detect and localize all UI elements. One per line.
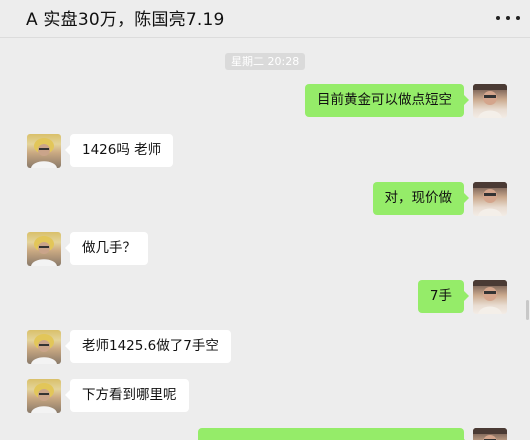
avatar-self[interactable]: [473, 280, 507, 314]
more-dots-icon[interactable]: [496, 8, 520, 28]
chat-header: A 实盘30万，陈国亮7.19: [0, 0, 530, 38]
avatar-self[interactable]: [473, 84, 507, 118]
message-bubble-outgoing[interactable]: [198, 428, 469, 440]
avatar-contact[interactable]: [27, 134, 61, 168]
avatar-self[interactable]: [473, 428, 507, 440]
avatar-contact[interactable]: [27, 379, 61, 413]
chat-title: A 实盘30万，陈国亮7.19: [26, 10, 225, 30]
message-timestamp: 星期二 20:28: [225, 53, 306, 70]
avatar-self[interactable]: [473, 182, 507, 216]
scrollbar-thumb[interactable]: [526, 300, 529, 320]
message-bubble-outgoing[interactable]: 7手: [417, 280, 470, 313]
message-bubble-incoming[interactable]: 下方看到哪里呢: [65, 379, 189, 412]
message-bubble-outgoing[interactable]: 对，现价做: [372, 182, 469, 215]
message-bubble-incoming[interactable]: 老师1425.6做了7手空: [65, 330, 231, 363]
avatar-contact[interactable]: [27, 330, 61, 364]
message-list[interactable]: 星期二 20:28 目前黄金可以做点短空 1426吗 老师 对，现价做 做几手？…: [0, 38, 530, 440]
message-bubble-outgoing[interactable]: 目前黄金可以做点短空: [305, 84, 469, 117]
message-bubble-incoming[interactable]: 做几手？: [65, 232, 148, 265]
message-bubble-incoming[interactable]: 1426吗 老师: [64, 134, 174, 167]
avatar-contact[interactable]: [27, 232, 61, 266]
